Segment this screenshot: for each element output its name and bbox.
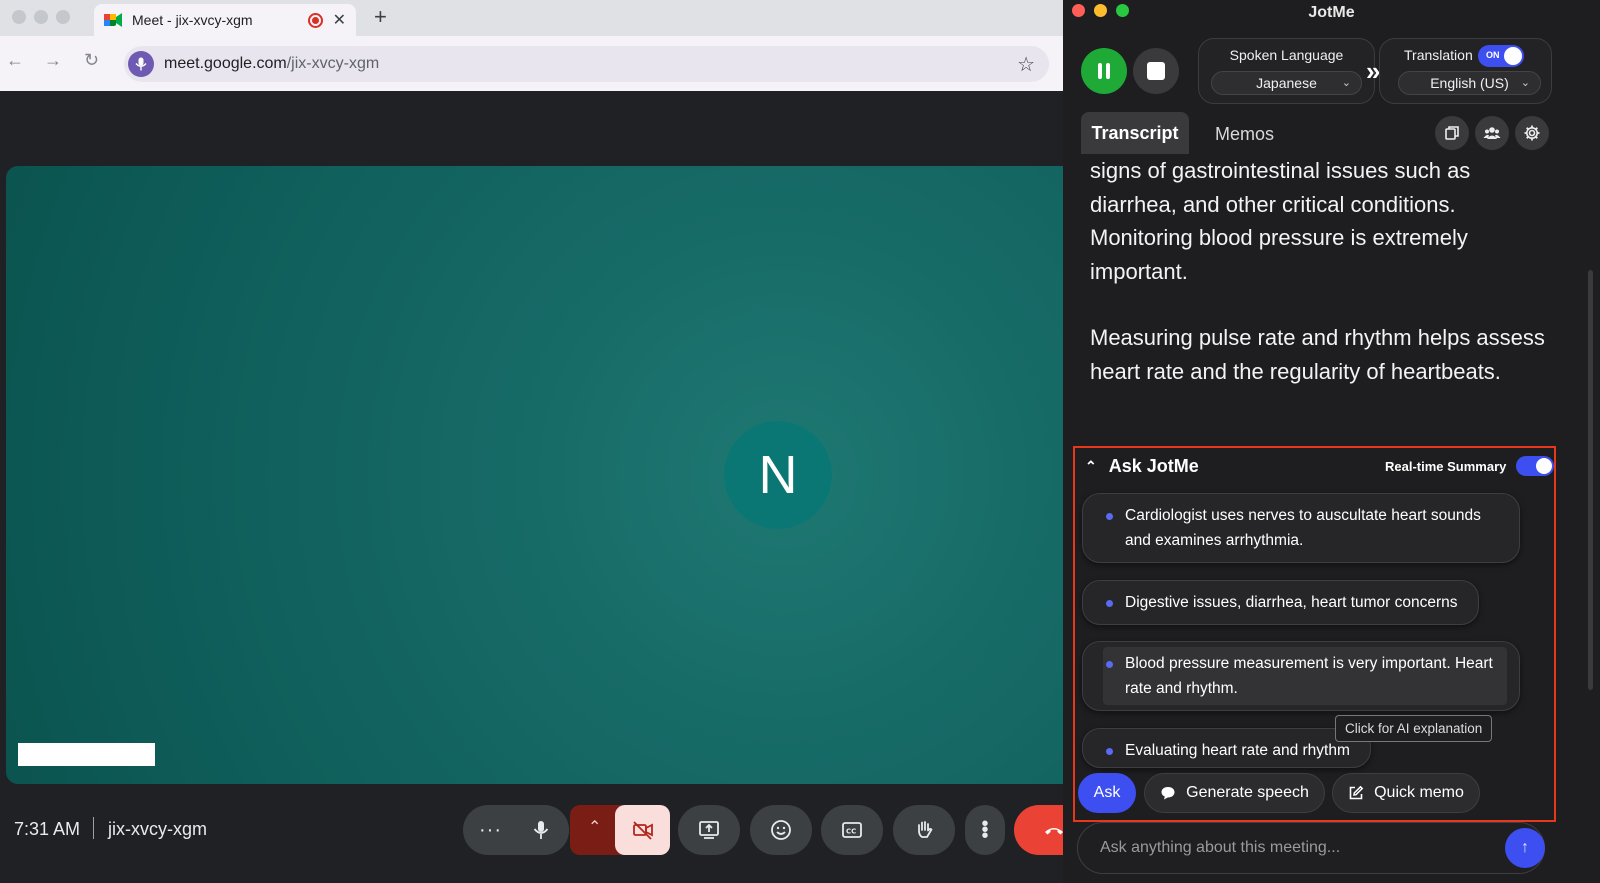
participant-name-plate <box>18 743 155 766</box>
participants-button[interactable] <box>1475 116 1509 150</box>
quick-memo-button[interactable]: Quick memo <box>1332 773 1480 813</box>
window-zoom-dot[interactable] <box>56 10 70 24</box>
reload-icon[interactable]: ↻ <box>84 50 99 71</box>
participant-avatar: N <box>724 421 832 529</box>
gear-icon <box>1524 125 1540 141</box>
transcript-scrollbar[interactable] <box>1588 270 1593 690</box>
url-text: meet.google.com/jix-xvcy-xgm <box>164 55 380 72</box>
arrow-up-icon: ↑ <box>1521 839 1529 856</box>
chevron-down-icon: ⌄ <box>1341 77 1351 89</box>
send-button[interactable]: ↑ <box>1505 828 1545 868</box>
ask-button[interactable]: Ask <box>1078 773 1136 813</box>
summary-item-text: Blood pressure measurement is very impor… <box>1103 647 1507 705</box>
captions-icon: CC <box>842 822 862 838</box>
ask-input-field[interactable]: Ask anything about this meeting... <box>1077 822 1545 874</box>
translation-box: Translation ON English (US) ⌄ <box>1379 38 1552 104</box>
ask-jotme-header[interactable]: ⌃ Ask JotMe <box>1085 456 1199 477</box>
popout-button[interactable] <box>1435 116 1469 150</box>
pause-icon <box>1098 63 1102 79</box>
stop-icon <box>1147 62 1165 80</box>
translate-arrow-icon: » <box>1366 56 1381 86</box>
people-icon <box>1483 127 1501 139</box>
raise-hand-button[interactable] <box>893 805 955 855</box>
microphone-icon <box>533 821 549 839</box>
spoken-language-select[interactable]: Japanese ⌄ <box>1211 71 1362 95</box>
address-bar[interactable]: meet.google.com/jix-xvcy-xgm ☆ <box>124 46 1049 82</box>
translation-label: Translation <box>1404 47 1473 63</box>
spoken-language-label: Spoken Language <box>1229 47 1344 63</box>
tab-bar: Meet - jix-xvcy-xgm ✕ + <box>0 0 1085 36</box>
hand-icon <box>918 821 933 838</box>
generate-speech-button[interactable]: Generate speech <box>1144 773 1325 813</box>
microphone-button[interactable] <box>513 805 569 855</box>
realtime-summary-label: Real-time Summary <box>1385 459 1507 474</box>
tab-transcript[interactable]: Transcript <box>1081 112 1189 154</box>
tab-title: Meet - jix-xvcy-xgm <box>132 12 253 28</box>
divider <box>93 817 94 839</box>
recording-icon <box>307 12 323 28</box>
meeting-code: jix-xvcy-xgm <box>108 819 207 839</box>
spoken-language-box: Spoken Language Japanese ⌄ <box>1198 38 1375 104</box>
camera-off-icon <box>632 821 653 840</box>
summary-item[interactable]: Digestive issues, diarrhea, heart tumor … <box>1082 580 1479 625</box>
forward-arrow-icon[interactable]: → <box>44 50 62 71</box>
meet-control-bar: 7:31 AM jix-xvcy-xgm ··· ⌃ CC • • • <box>0 795 1094 865</box>
jotme-panel: JotMe Spoken Language Japanese ⌄ » Trans… <box>1063 0 1600 883</box>
bookmark-star-icon[interactable]: ☆ <box>1017 52 1035 77</box>
jotme-title: JotMe <box>1308 4 1355 21</box>
camera-off-button[interactable] <box>615 805 670 855</box>
settings-button[interactable] <box>1515 116 1549 150</box>
emoji-icon <box>771 820 791 840</box>
browser-toolbar: ← → ↻ meet.google.com/jix-xvcy-xgm ☆ <box>0 36 1085 91</box>
audio-options-icon[interactable]: ··· <box>479 819 502 842</box>
stop-recording-button[interactable] <box>1133 48 1179 94</box>
camera-controls-group: ⌃ <box>570 805 670 855</box>
new-tab-icon[interactable]: + <box>374 4 387 30</box>
window-minimize-dot[interactable] <box>34 10 48 24</box>
edit-note-icon <box>1349 785 1364 800</box>
pause-recording-button[interactable] <box>1081 48 1127 94</box>
summary-item[interactable]: Blood pressure measurement is very impor… <box>1082 641 1520 711</box>
audio-controls-group: ··· <box>463 805 569 855</box>
present-screen-icon <box>699 821 719 839</box>
more-vertical-icon: • • • <box>981 813 989 847</box>
ai-explanation-tooltip: Click for AI explanation <box>1335 715 1493 742</box>
transcript-paragraph: Measuring pulse rate and rhythm helps as… <box>1090 325 1545 384</box>
browser-window: Meet - jix-xvcy-xgm ✕ + ← → ↻ meet.googl… <box>0 0 1116 883</box>
translation-toggle[interactable]: ON <box>1478 45 1524 67</box>
realtime-summary-toggle[interactable] <box>1516 456 1554 476</box>
google-meet-icon <box>104 12 122 28</box>
chevron-down-icon: ⌄ <box>1520 77 1530 89</box>
popout-icon <box>1445 126 1459 140</box>
browser-tab-meet[interactable]: Meet - jix-xvcy-xgm ✕ <box>94 4 356 36</box>
transcript-area: signs of gastrointestinal issues such as… <box>1090 154 1560 421</box>
transcript-paragraph: signs of gastrointestinal issues such as… <box>1090 158 1471 284</box>
svg-text:CC: CC <box>846 828 856 836</box>
present-screen-button[interactable] <box>678 805 740 855</box>
back-arrow-icon[interactable]: ← <box>6 50 24 71</box>
ask-jotme-title: Ask JotMe <box>1108 456 1199 476</box>
window-close-dot[interactable] <box>12 10 26 24</box>
microphone-permission-icon[interactable] <box>128 51 154 77</box>
chevron-up-icon[interactable]: ⌃ <box>1085 458 1097 475</box>
meeting-clock: 7:31 AM <box>14 819 81 839</box>
tab-memos[interactable]: Memos <box>1215 124 1274 145</box>
tab-close-icon[interactable]: ✕ <box>333 10 346 30</box>
speech-bubble-icon <box>1161 787 1175 800</box>
translation-language-select[interactable]: English (US) ⌄ <box>1398 71 1541 95</box>
summary-item[interactable]: Evaluating heart rate and rhythm <box>1082 728 1371 768</box>
ask-jotme-section: ⌃ Ask JotMe Real-time Summary Cardiologi… <box>1073 446 1556 822</box>
captions-button[interactable]: CC <box>821 805 883 855</box>
more-options-button[interactable]: • • • <box>965 805 1005 855</box>
meet-stage: N <box>0 91 1116 883</box>
emoji-reaction-button[interactable] <box>750 805 812 855</box>
participant-video-tile[interactable]: N <box>6 166 1116 784</box>
summary-item[interactable]: Cardiologist uses nerves to auscultate h… <box>1082 493 1520 563</box>
chevron-up-icon[interactable]: ⌃ <box>588 817 601 837</box>
